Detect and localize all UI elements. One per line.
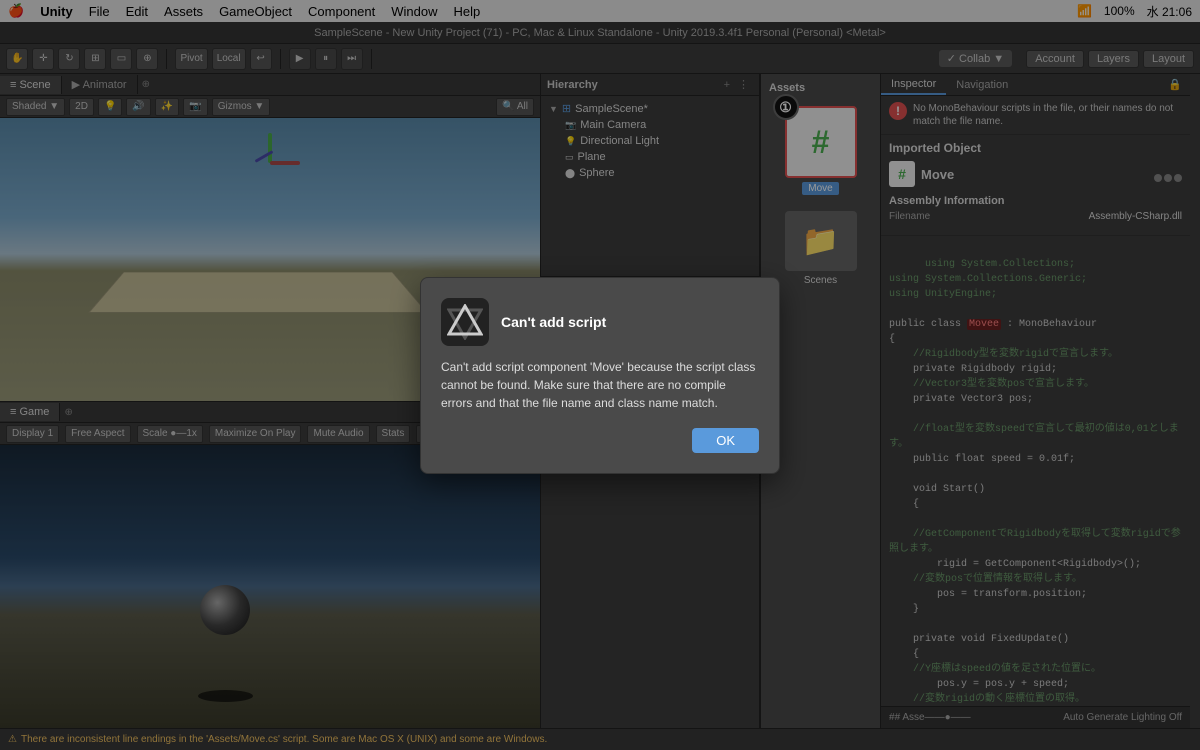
unity-logo-icon	[441, 298, 489, 346]
modal-title-text: Can't add script	[501, 314, 606, 330]
modal-header: Can't add script	[441, 298, 759, 346]
modal-footer: OK	[441, 428, 759, 453]
modal-ok-button[interactable]: OK	[692, 428, 759, 453]
modal-body-text: Can't add script component 'Move' becaus…	[441, 358, 759, 412]
modal-overlay[interactable]: Can't add script Can't add script compon…	[0, 0, 1200, 750]
modal-dialog: Can't add script Can't add script compon…	[420, 277, 780, 474]
